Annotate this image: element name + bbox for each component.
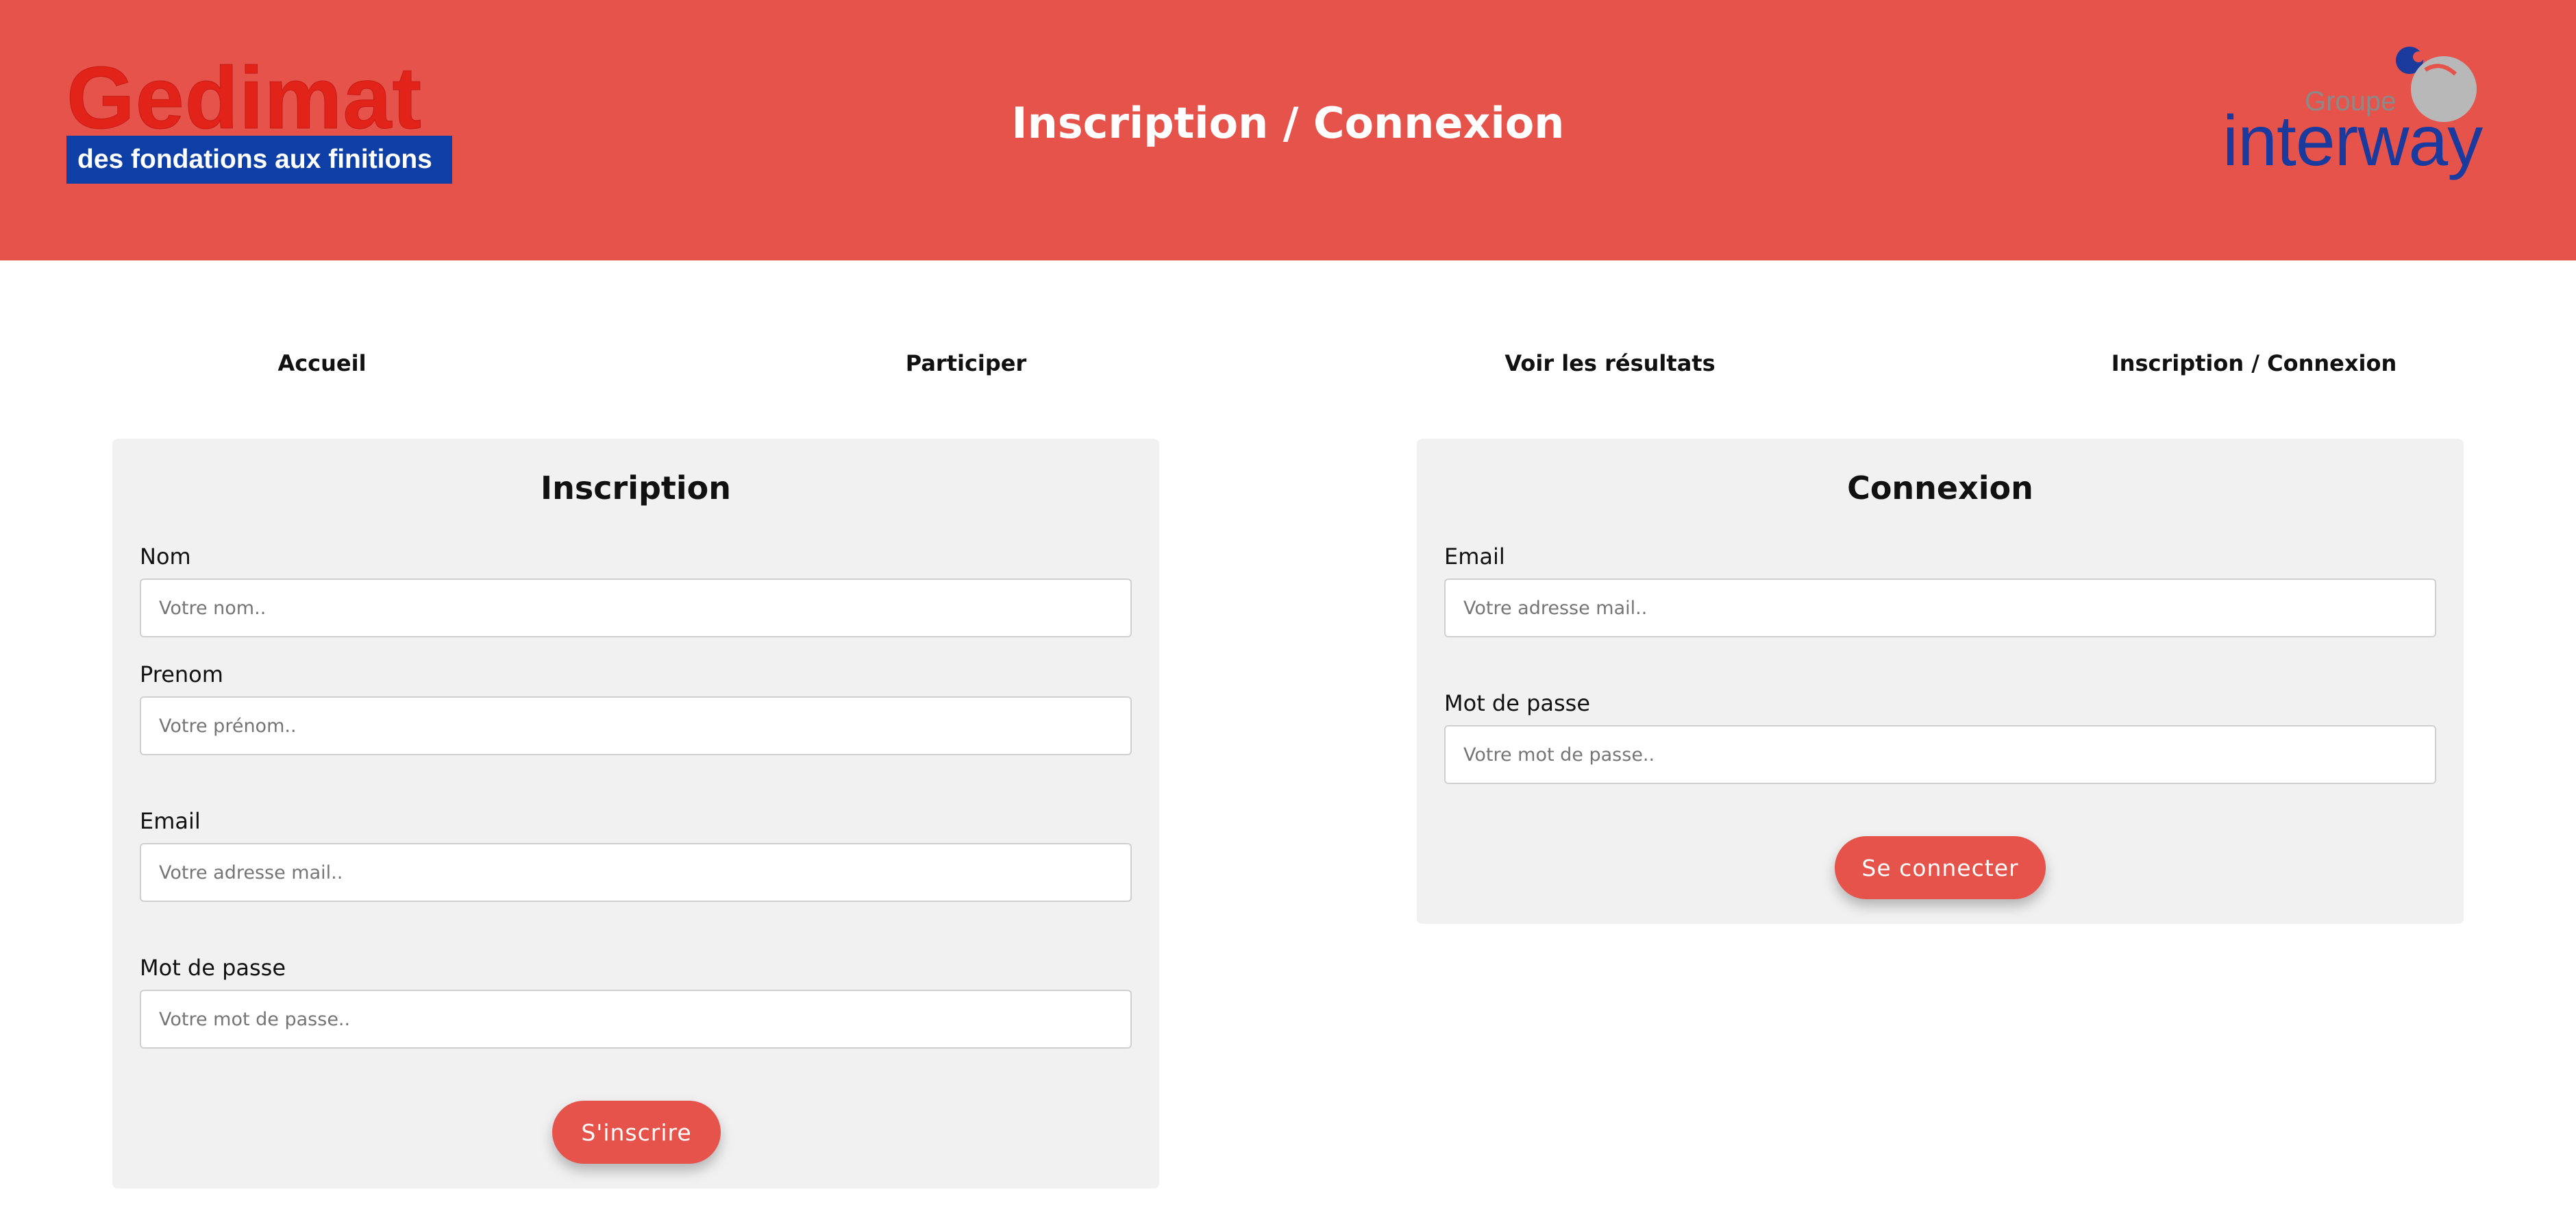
interway-logo[interactable]: Groupe interway bbox=[2220, 41, 2521, 192]
nav-item-accueil[interactable]: Accueil bbox=[116, 343, 528, 384]
inscription-title: Inscription bbox=[541, 469, 731, 506]
inscription-email-label: Email bbox=[140, 808, 201, 834]
connexion-card: Connexion Email Mot de passe Se connecte… bbox=[1417, 439, 2464, 924]
nom-input[interactable] bbox=[140, 578, 1132, 637]
se-connecter-button[interactable]: Se connecter bbox=[1835, 836, 2046, 899]
header-banner: Gedimat des fondations aux finitions Ins… bbox=[0, 0, 2576, 260]
prenom-label: Prenom bbox=[140, 661, 223, 687]
connexion-title: Connexion bbox=[1847, 469, 2033, 506]
page-title: Inscription / Connexion bbox=[1011, 98, 1565, 148]
sinscrire-button[interactable]: S'inscrire bbox=[552, 1101, 721, 1164]
nav-item-inscription-connexion[interactable]: Inscription / Connexion bbox=[2048, 343, 2460, 384]
inscription-password-label: Mot de passe bbox=[140, 955, 286, 981]
interway-logo-name: interway bbox=[2222, 101, 2483, 181]
nav-item-participer[interactable]: Participer bbox=[760, 343, 1172, 384]
nom-label: Nom bbox=[140, 544, 191, 570]
connexion-password-label: Mot de passe bbox=[1444, 690, 1591, 716]
connexion-password-input[interactable] bbox=[1444, 725, 2436, 784]
inscription-password-input[interactable] bbox=[140, 990, 1132, 1049]
inscription-email-input[interactable] bbox=[140, 843, 1132, 902]
inscription-card: Inscription Nom Prenom Email Mot de pass… bbox=[112, 439, 1159, 1188]
prenom-input[interactable] bbox=[140, 696, 1132, 755]
nav-item-voir-resultats[interactable]: Voir les résultats bbox=[1404, 343, 1816, 384]
connexion-email-label: Email bbox=[1444, 544, 1505, 570]
connexion-email-input[interactable] bbox=[1444, 578, 2436, 637]
main-nav: Accueil Participer Voir les résultats In… bbox=[0, 343, 2576, 384]
